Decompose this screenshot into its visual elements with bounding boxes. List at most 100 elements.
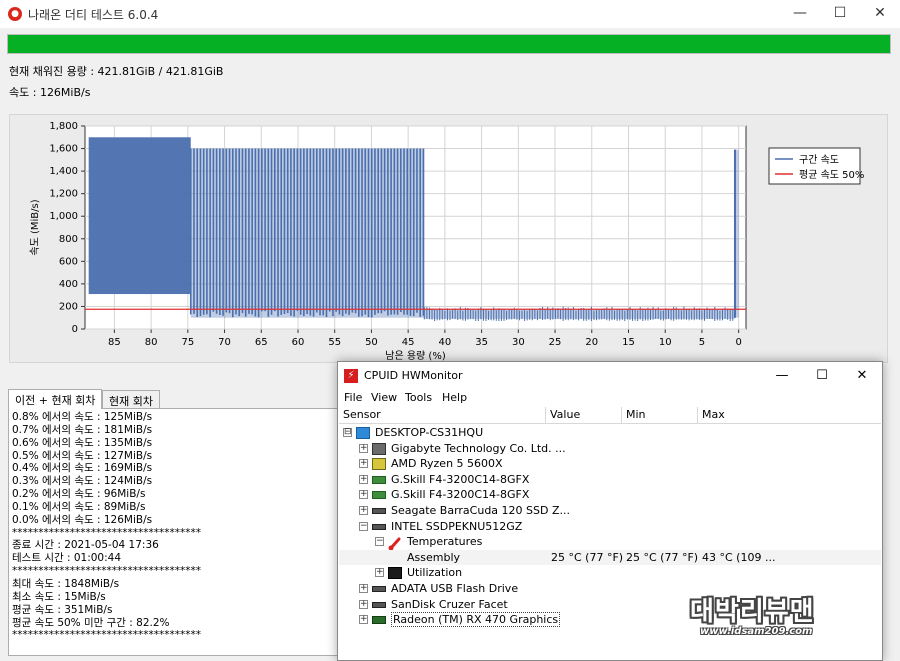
y-tick-label: 1,000	[49, 211, 78, 222]
sensor-label: DESKTOP-CS31HQU	[375, 426, 484, 439]
x-tick-label: 35	[475, 337, 488, 348]
y-tick-label: 0	[72, 324, 78, 335]
sensor-row[interactable]: + G.Skill F4-3200C14-8GFX	[339, 472, 881, 488]
x-tick-label: 55	[328, 337, 341, 348]
sensor-label: Utilization	[407, 566, 463, 580]
expand-icon[interactable]: +	[359, 615, 368, 625]
sensor-max: 43 °C (109 ...	[702, 550, 776, 564]
menu-file[interactable]: File	[344, 391, 362, 404]
sensor-row[interactable]: + ADATA USB Flash Drive	[339, 581, 881, 597]
drive-icon	[372, 586, 386, 592]
log-line: 0.3% 에서의 속도 : 124MiB/s	[12, 475, 153, 488]
y-tick-label: 1,200	[49, 189, 78, 200]
expand-icon[interactable]: +	[359, 506, 368, 515]
utilization-icon	[388, 567, 402, 580]
menu-help[interactable]: Help	[442, 391, 467, 404]
sensor-label: Seagate BarraCuda 120 SSD Z...	[391, 504, 570, 517]
sensor-min: 25 °C (77 °F)	[626, 550, 699, 564]
sensor-row[interactable]: Assembly 25 °C (77 °F) 25 °C (77 °F) 43 °C …	[339, 549, 881, 566]
sensor-row[interactable]: − INTEL SSDPEKNU512GZ	[339, 519, 881, 535]
speed-chart-panel: 85 80 75 70 65 60 55 50 45 40 35 30 25 20 15 10 5 0 0 200 40…	[9, 114, 888, 363]
sensor-label: Assembly	[407, 550, 461, 564]
watermark-text: 대박리뷰맨	[690, 597, 815, 627]
log-line: 테스트 시간 : 01:00:44	[12, 552, 122, 565]
y-tick-label: 1,400	[49, 166, 78, 177]
log-line: 0.2% 에서의 속도 : 96MiB/s	[12, 488, 146, 501]
log-line: 0.4% 에서의 속도 : 169MiB/s	[12, 462, 153, 475]
log-line: 0.8% 에서의 속도 : 125MiB/s	[12, 411, 153, 423]
expand-icon[interactable]: +	[359, 584, 368, 593]
expand-icon[interactable]: +	[359, 459, 368, 469]
watermark: 대박리뷰맨 www.idsam209.com	[690, 598, 876, 640]
x-tick-label: 15	[622, 337, 635, 348]
sensor-label: Temperatures	[407, 535, 483, 549]
close-button[interactable]: ✕	[858, 2, 900, 26]
expand-icon[interactable]: +	[359, 474, 368, 484]
x-tick-label: 40	[439, 337, 452, 348]
x-tick-label: 25	[549, 337, 562, 348]
sensor-row[interactable]: + Gigabyte Technology Co. Ltd. ...	[339, 441, 881, 457]
x-tick-label: 0	[735, 337, 741, 348]
log-line: ************************************	[12, 565, 201, 578]
x-tick-label: 45	[402, 337, 415, 348]
collapse-icon[interactable]: ⊟	[343, 428, 352, 437]
window-title: 나래온 더티 테스트 6.0.4	[28, 8, 159, 22]
hwmonitor-close-button[interactable]: ✕	[842, 365, 882, 387]
log-line: 평균 속도 50% 미만 구간 : 82.2%	[12, 616, 170, 629]
progress-fill	[8, 35, 890, 53]
sensor-row[interactable]: + Utilization	[339, 565, 881, 581]
collapse-icon[interactable]: −	[375, 537, 384, 547]
hwmonitor-minimize-button[interactable]: —	[762, 365, 802, 387]
sensor-label: ADATA USB Flash Drive	[391, 582, 519, 595]
y-tick-label: 400	[59, 279, 78, 290]
expand-icon[interactable]: +	[359, 443, 368, 453]
column-max[interactable]: Max	[698, 407, 881, 424]
legend-label: 구간 속도	[799, 154, 839, 166]
log-line: 종료 시간 : 2021-05-04 17:36	[12, 539, 159, 552]
log-box[interactable]: 0.8% 에서의 속도 : 125MiB/s 0.7% 에서의 속도 : 181M…	[8, 408, 340, 656]
log-line: 평균 속도 : 351MiB/s	[12, 603, 113, 616]
x-tick-label: 10	[659, 337, 672, 348]
column-sensor[interactable]: Sensor	[339, 407, 546, 424]
motherboard-icon	[372, 442, 386, 455]
gpu-icon	[372, 616, 386, 625]
title-bar: ● 나래온 더티 테스트 6.0.4 — ☐ ✕	[0, 0, 900, 28]
expand-icon[interactable]: +	[359, 599, 368, 609]
log-line: 최대 속도 : 1848MiB/s	[12, 577, 120, 590]
y-tick-label: 1,600	[49, 144, 78, 155]
minimize-button[interactable]: —	[778, 2, 822, 26]
x-tick-label: 65	[255, 337, 268, 348]
thermometer-icon	[388, 536, 402, 551]
maximize-button[interactable]: ☐	[818, 2, 862, 26]
collapse-icon[interactable]: −	[359, 521, 368, 531]
sensor-row[interactable]: + G.Skill F4-3200C14-8GFX	[339, 487, 881, 503]
app-icon: ●	[8, 7, 22, 21]
x-tick-label: 75	[181, 337, 194, 348]
expand-icon[interactable]: +	[359, 490, 368, 500]
hwmonitor-app-icon: ⚡	[344, 369, 358, 383]
sensor-label: AMD Ryzen 5 5600X	[391, 457, 503, 471]
expand-icon[interactable]: +	[375, 568, 384, 578]
sensor-table-header: Sensor Value Min Max	[339, 407, 881, 424]
sensor-label: Radeon (TM) RX 470 Graphics	[391, 612, 561, 628]
column-value[interactable]: Value	[546, 407, 622, 424]
y-tick-label: 1,800	[49, 121, 78, 132]
x-tick-label: 30	[512, 337, 525, 348]
log-line: 0.6% 에서의 속도 : 135MiB/s	[12, 436, 153, 449]
sensor-row[interactable]: ⊟ DESKTOP-CS31HQU	[339, 425, 881, 441]
log-line: 0.0% 에서의 속도 : 126MiB/s	[12, 513, 153, 526]
hwmonitor-maximize-button[interactable]: ☐	[802, 365, 842, 387]
log-line: 0.1% 에서의 속도 : 89MiB/s	[12, 500, 146, 513]
menu-tools[interactable]: Tools	[405, 391, 432, 404]
tab-current[interactable]: 현재 회차	[102, 390, 160, 408]
speed-segment	[88, 137, 191, 295]
sensor-row[interactable]: + Seagate BarraCuda 120 SSD Z...	[339, 503, 881, 519]
menu-view[interactable]: View	[371, 391, 397, 404]
memory-icon	[372, 475, 386, 484]
sensor-row[interactable]: + AMD Ryzen 5 5600X	[339, 456, 881, 472]
sensor-row[interactable]: − Temperatures	[339, 534, 881, 551]
filled-capacity: 현재 채워진 용량 : 421.81GiB / 421.81GiB	[9, 65, 224, 78]
column-min[interactable]: Min	[622, 407, 698, 424]
y-tick-label: 600	[59, 256, 78, 267]
tab-cumulative[interactable]: 이전 + 현재 회차	[8, 389, 102, 409]
